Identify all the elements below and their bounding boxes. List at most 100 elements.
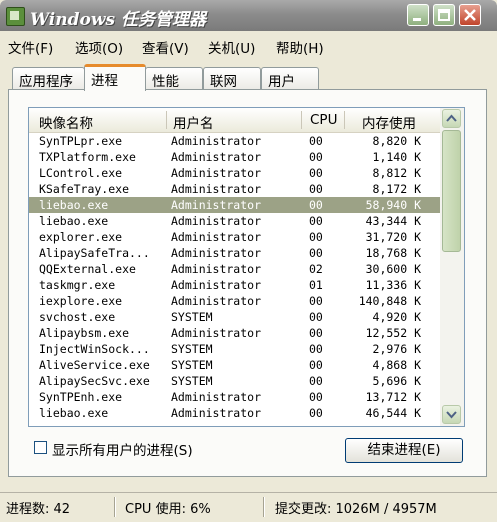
title-bar[interactable]: Windows 任务管理器 [0,0,497,31]
task-manager-window: Windows 任务管理器 文件(F) 选项(O) 查看(V) 关机(U) 帮助… [0,0,497,522]
table-row[interactable]: InjectWinSock... SYSTEM 00 2,976 K [29,341,440,357]
cpu-cell: 00 [309,198,323,212]
table-row[interactable]: Alipaybsm.exe Administrator 00 12,552 K [29,325,440,341]
tab-performance[interactable]: 性能 [145,67,203,90]
cpu-cell: 00 [309,406,323,420]
user-name-cell: Administrator [171,198,262,212]
status-bar: 进程数: 42 CPU 使用: 6% 提交更改: 1026M / 4957M [0,492,497,522]
cpu-cell: 00 [309,230,323,244]
table-row[interactable]: KSafeTray.exe Administrator 00 8,172 K [29,181,440,197]
user-name-cell: SYSTEM [171,310,213,324]
process-name-cell: SynTPEnh.exe [39,390,123,404]
tab-networking[interactable]: 联网 [203,67,261,90]
memory-cell: 8,812 K [372,166,421,180]
close-icon [464,9,476,21]
arrow-down-icon [446,411,457,419]
scroll-down-button[interactable] [442,405,461,424]
table-row[interactable]: liebao.exe Administrator 00 58,940 K [29,197,440,213]
process-name-cell: LControl.exe [39,166,123,180]
cpu-cell: 00 [309,150,323,164]
memory-cell: 46,544 K [365,406,421,420]
task-manager-app-icon [6,7,25,26]
column-memory[interactable]: 内存使用 [362,112,416,132]
arrow-up-icon [446,114,457,122]
close-button[interactable] [459,4,481,26]
memory-cell: 13,712 K [365,390,421,404]
commit-charge: 提交更改: 1026M / 4957M [275,502,437,517]
table-row[interactable]: SynTPLpr.exe Administrator 00 8,820 K [29,133,440,149]
process-name-cell: svchost.exe [39,310,116,324]
column-cpu[interactable]: CPU [310,112,337,128]
menu-bar: 文件(F) 选项(O) 查看(V) 关机(U) 帮助(H) [0,31,497,59]
menu-view[interactable]: 查看(V) [142,37,189,57]
cpu-cell: 00 [309,134,323,148]
table-row[interactable]: QQExternal.exe Administrator 02 30,600 K [29,261,440,277]
process-name-cell: iexplore.exe [39,294,123,308]
memory-cell: 5,696 K [372,374,421,388]
table-row[interactable]: liebao.exe Administrator 00 43,344 K [29,213,440,229]
cpu-cell: 02 [309,262,323,276]
table-row[interactable]: liebao.exe Administrator 00 46,544 K [29,405,440,421]
process-name-cell: TXPlatform.exe [39,150,136,164]
menu-shutdown[interactable]: 关机(U) [208,37,255,57]
window-title: Windows 任务管理器 [30,10,206,30]
table-row[interactable]: TXPlatform.exe Administrator 00 1,140 K [29,149,440,165]
column-divider[interactable] [301,111,302,129]
show-all-users-checkbox[interactable] [34,441,47,454]
user-name-cell: Administrator [171,182,262,196]
column-divider[interactable] [344,111,345,129]
memory-cell: 12,552 K [365,326,421,340]
process-list[interactable]: 映像名称 用户名 CPU 内存使用 SynTPLpr.exe Administra… [28,107,465,427]
vertical-scrollbar[interactable] [440,108,464,426]
memory-cell: 4,868 K [372,358,421,372]
user-name-cell: Administrator [171,214,262,228]
minimize-button[interactable] [407,4,429,26]
table-row[interactable]: explorer.exe Administrator 00 31,720 K [29,229,440,245]
maximize-button[interactable] [433,4,455,26]
table-row[interactable]: AliveService.exe SYSTEM 00 4,868 K [29,357,440,373]
process-name-cell: KSafeTray.exe [39,182,130,196]
menu-file[interactable]: 文件(F) [8,37,53,57]
cpu-cell: 00 [309,214,323,228]
user-name-cell: Administrator [171,134,262,148]
tab-processes[interactable]: 进程 [84,64,146,91]
process-list-header: 映像名称 用户名 CPU 内存使用 [29,108,440,133]
process-name-cell: taskmgr.exe [39,278,116,292]
table-row[interactable]: SynTPEnh.exe Administrator 00 13,712 K [29,389,440,405]
table-row[interactable]: iexplore.exe Administrator 00 140,848 K [29,293,440,309]
process-name-cell: AliveService.exe [39,358,150,372]
menu-options[interactable]: 选项(O) [75,37,123,57]
table-row[interactable]: AlipaySecSvc.exe SYSTEM 00 5,696 K [29,373,440,389]
process-count: 进程数: 42 [6,502,71,517]
user-name-cell: Administrator [171,278,262,292]
end-process-button[interactable]: 结束进程(E) [345,438,463,463]
status-divider [114,497,116,517]
memory-cell: 31,720 K [365,230,421,244]
user-name-cell: SYSTEM [171,358,213,372]
table-row[interactable]: taskmgr.exe Administrator 01 11,336 K [29,277,440,293]
process-name-cell: InjectWinSock... [39,342,150,356]
cpu-cell: 00 [309,390,323,404]
column-divider[interactable] [166,111,167,129]
memory-cell: 140,848 K [358,294,421,308]
column-image-name[interactable]: 映像名称 [39,112,93,132]
memory-cell: 11,336 K [365,278,421,292]
user-name-cell: Administrator [171,326,262,340]
tab-users[interactable]: 用户 [261,67,319,90]
column-user-name[interactable]: 用户名 [173,112,214,132]
table-row[interactable]: svchost.exe SYSTEM 00 4,920 K [29,309,440,325]
tab-applications[interactable]: 应用程序 [12,67,85,90]
menu-help[interactable]: 帮助(H) [276,37,324,57]
user-name-cell: Administrator [171,390,262,404]
process-name-cell: SynTPLpr.exe [39,134,123,148]
process-name-cell: liebao.exe [39,406,109,420]
table-row[interactable]: AlipaySafeTra... Administrator 00 18,768 K [29,245,440,261]
scroll-up-button[interactable] [442,109,461,128]
user-name-cell: SYSTEM [171,342,213,356]
show-all-users-label[interactable]: 显示所有用户的进程(S) [52,439,193,459]
table-row[interactable]: LControl.exe Administrator 00 8,812 K [29,165,440,181]
cpu-cell: 00 [309,166,323,180]
user-name-cell: Administrator [171,262,262,276]
scroll-thumb[interactable] [442,130,461,252]
cpu-cell: 01 [309,278,323,292]
